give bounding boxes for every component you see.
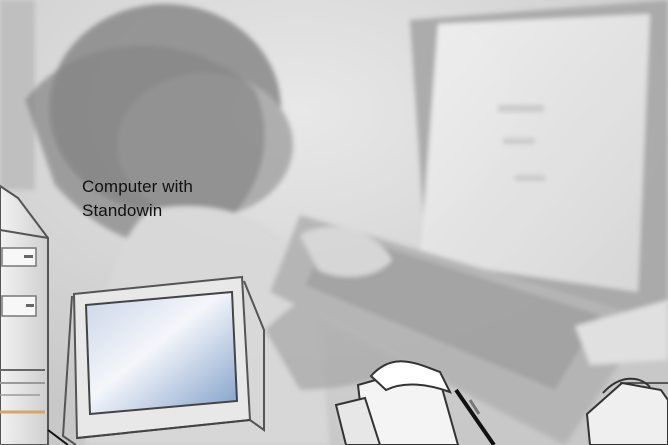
- illustration-scene: Computer with Standowin: [0, 0, 668, 445]
- crt-monitor-icon: [61, 275, 265, 445]
- caption-line-2: Standowin: [82, 201, 163, 220]
- caption-line-1: Computer with: [82, 177, 193, 196]
- computer-caption: Computer with Standowin: [82, 175, 232, 223]
